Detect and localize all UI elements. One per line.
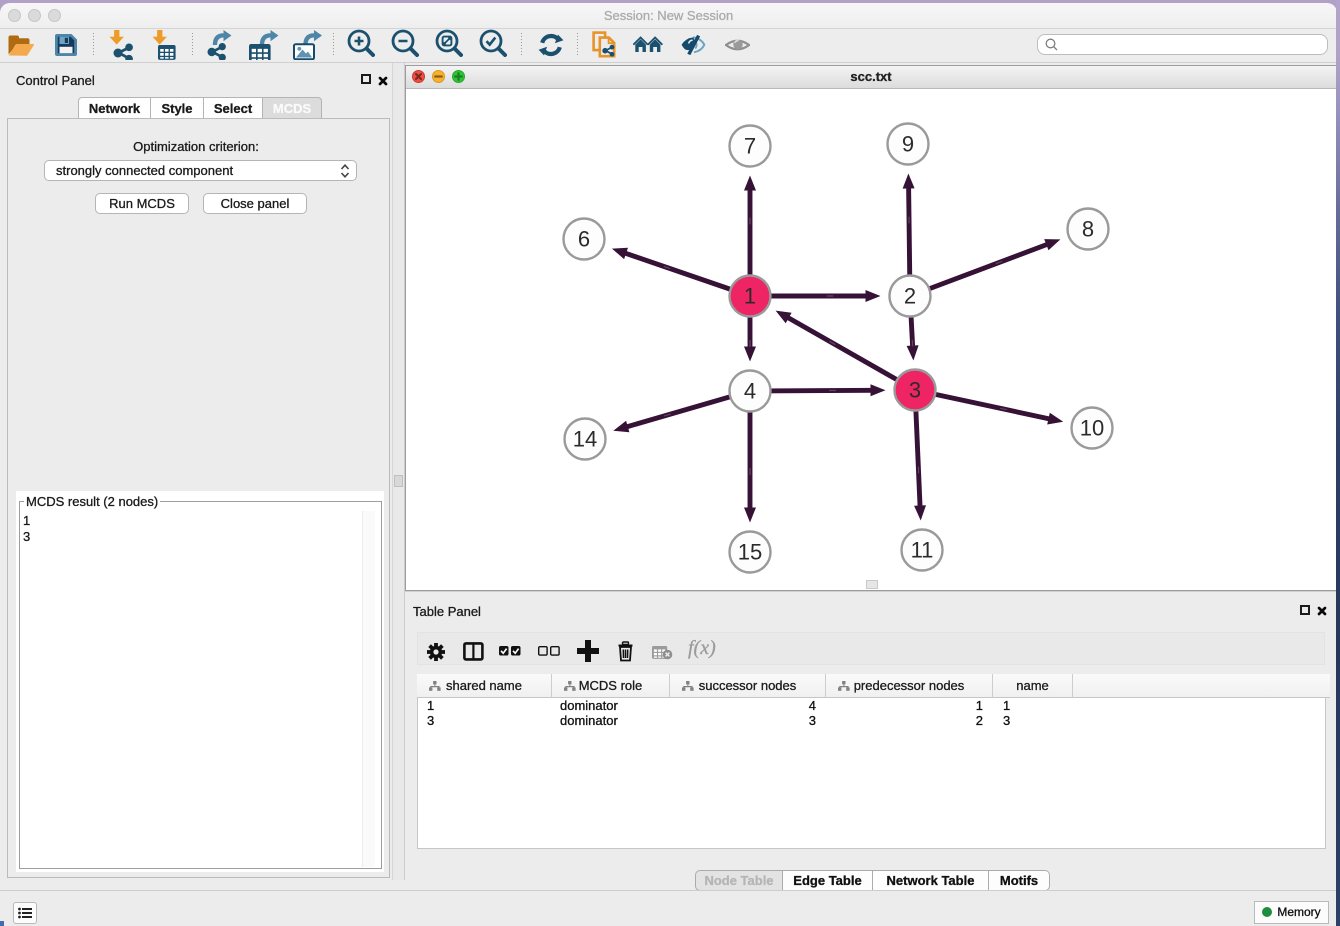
svg-text:8: 8 [1082, 217, 1094, 242]
svg-text:6: 6 [578, 227, 590, 252]
svg-text:2: 2 [904, 284, 916, 309]
svg-text:11: 11 [911, 538, 934, 563]
svg-text:7: 7 [744, 134, 756, 159]
svg-text:4: 4 [744, 379, 756, 404]
svg-text:3: 3 [909, 378, 921, 403]
svg-text:1: 1 [744, 284, 756, 309]
svg-text:10: 10 [1080, 416, 1104, 441]
svg-text:15: 15 [738, 540, 762, 565]
svg-text:14: 14 [573, 427, 597, 452]
svg-text:9: 9 [902, 132, 914, 157]
